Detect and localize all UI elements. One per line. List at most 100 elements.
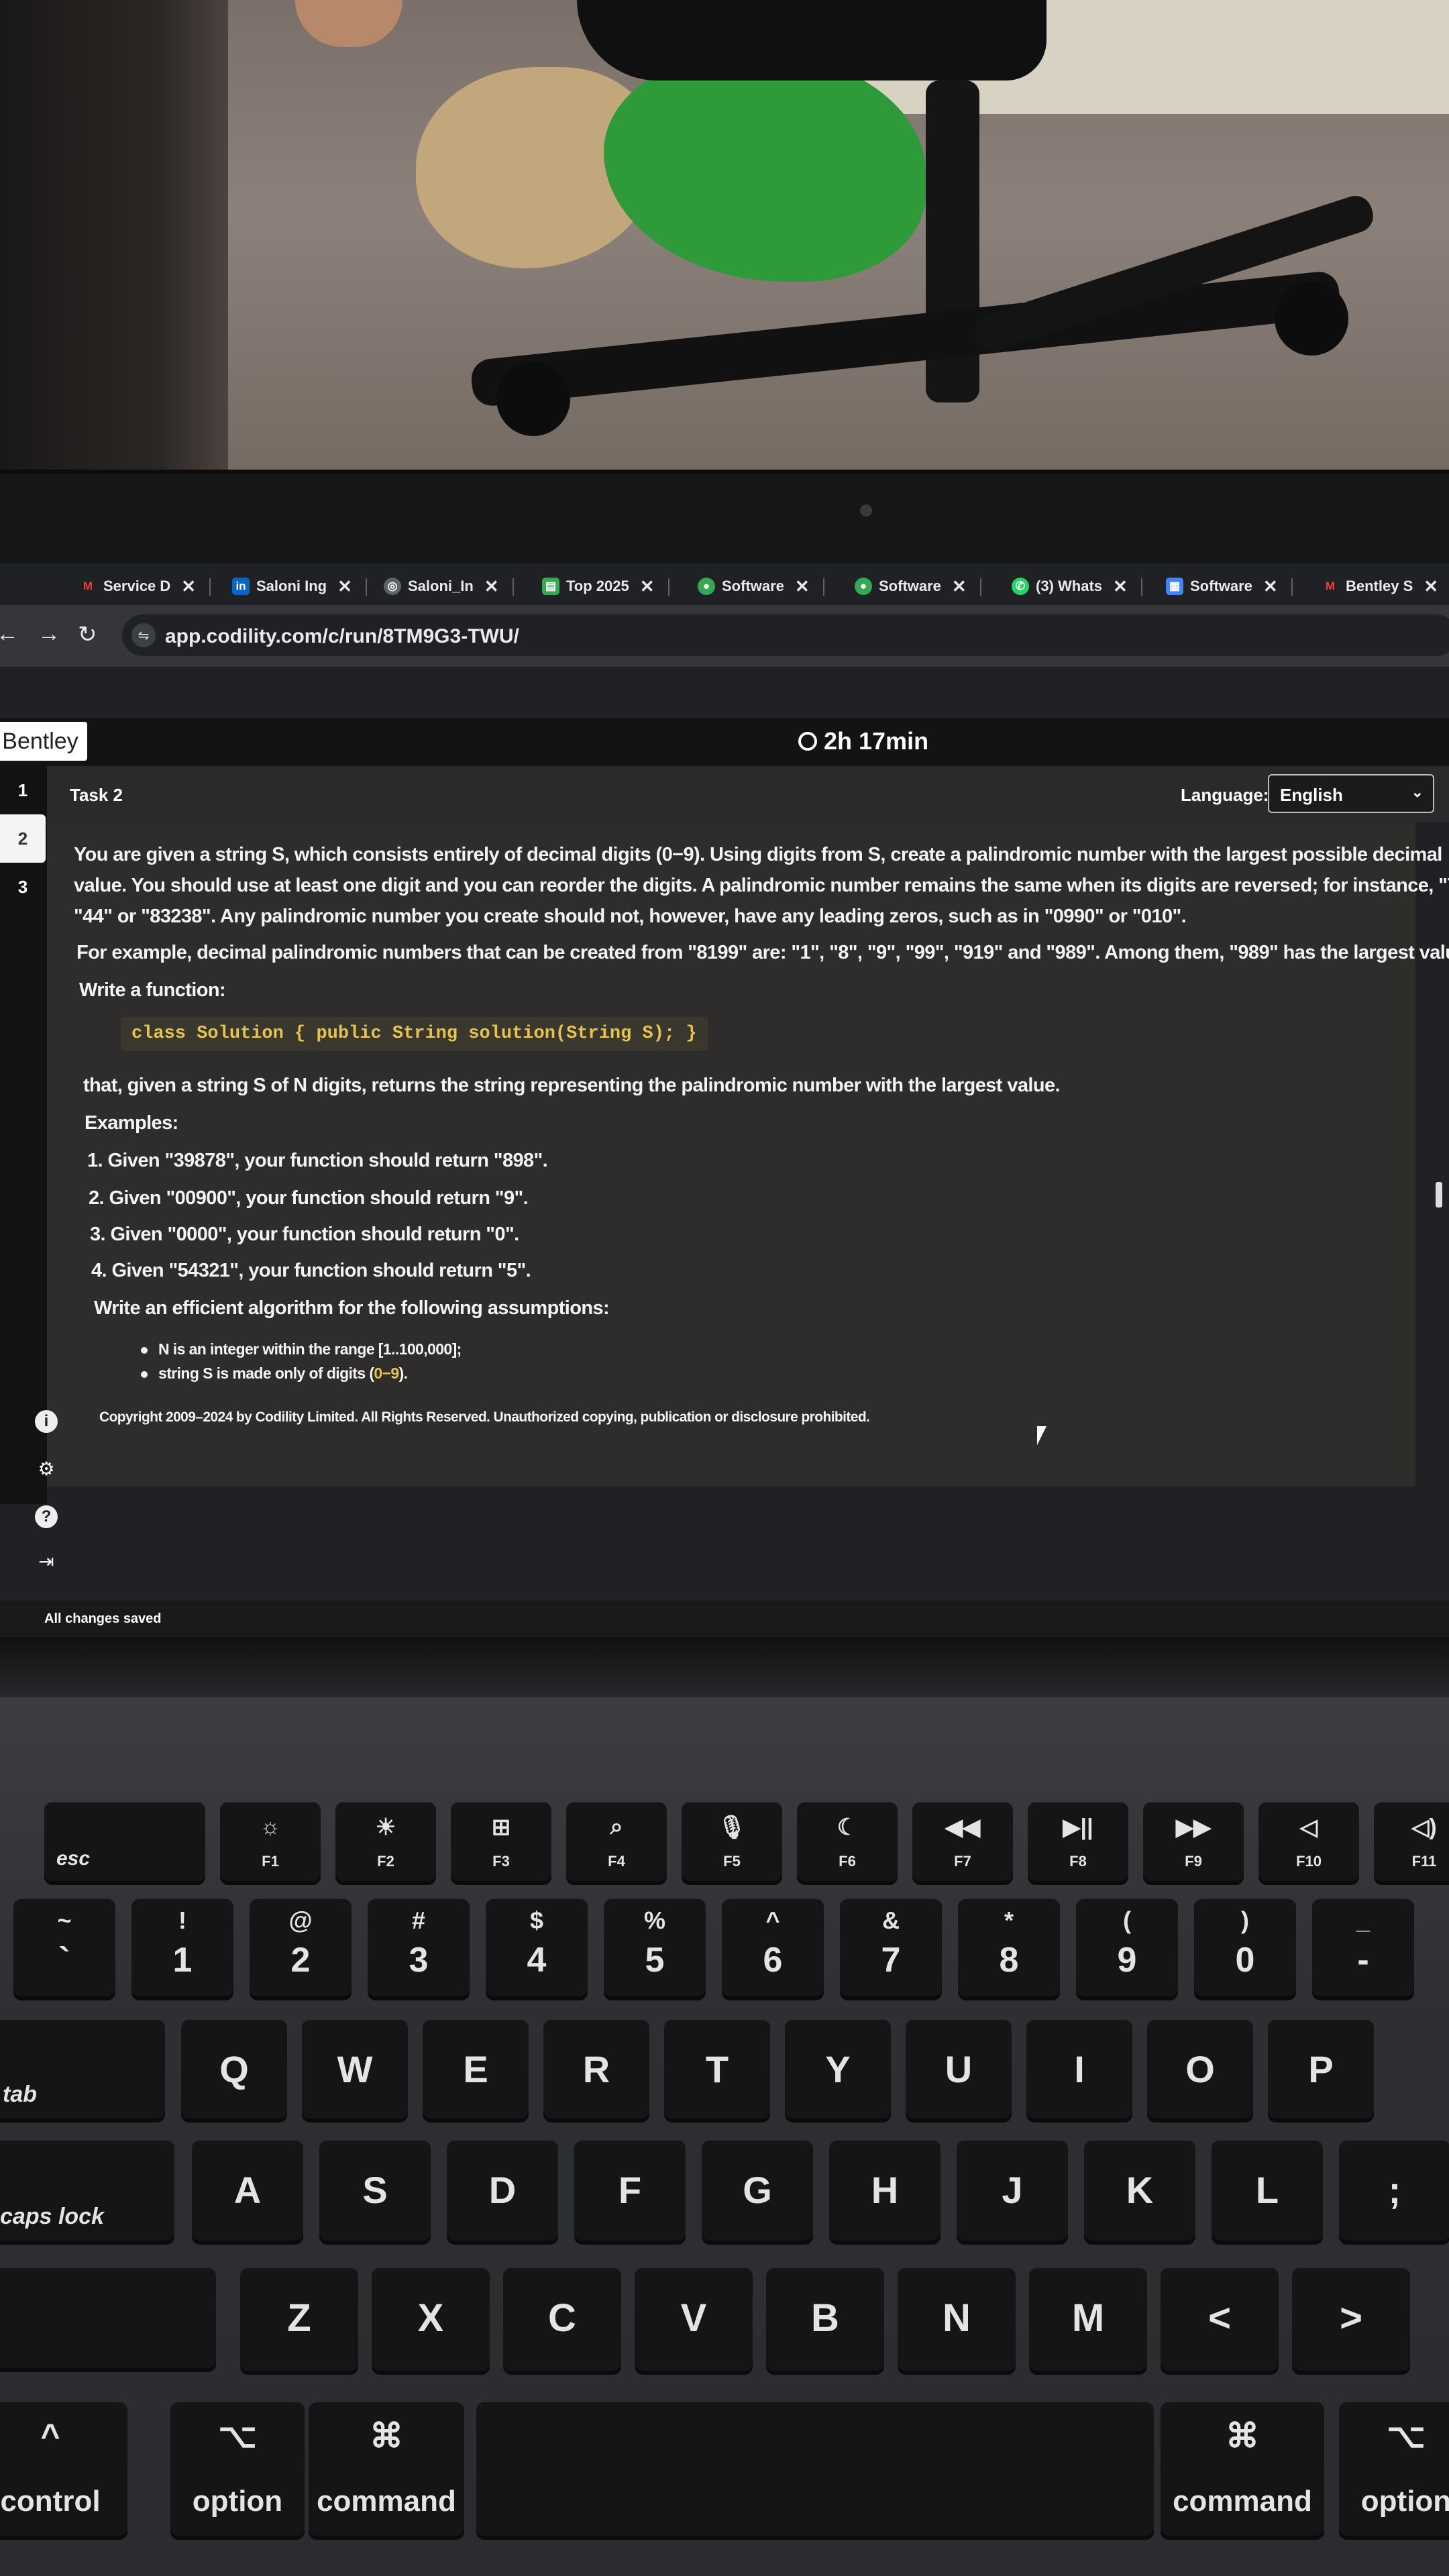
key-label: 4 [527, 1941, 547, 1980]
key-8[interactable]: * 8 [958, 1898, 1060, 1996]
key-f10[interactable]: ◁ F10 [1258, 1802, 1359, 1881]
key-2[interactable]: @2 [250, 1898, 352, 1996]
key-label: 5 [645, 1941, 665, 1980]
key-f8[interactable]: ▶|| F8 [1028, 1802, 1128, 1881]
key-v[interactable]: V [635, 2267, 753, 2371]
key-label: H [871, 2169, 899, 2211]
key-period[interactable]: > [1292, 2267, 1410, 2371]
key-label: F2 [377, 1853, 394, 1870]
key-;[interactable]: ; [1339, 2140, 1449, 2241]
key-shift-label: ( [1123, 1907, 1131, 1934]
key-f6[interactable]: ☾ F6 [797, 1802, 898, 1881]
key-f2[interactable]: ☀ F2 [335, 1802, 436, 1881]
key-j[interactable]: J [957, 2140, 1068, 2241]
key-s[interactable]: S [319, 2140, 431, 2241]
key-label: V [680, 2296, 707, 2340]
key-f11[interactable]: ◁) F11 [1374, 1802, 1449, 1881]
key-label: D [488, 2169, 517, 2211]
key-d[interactable]: D [447, 2140, 558, 2241]
key-f3[interactable]: ⊞ F3 [451, 1802, 551, 1881]
key-b[interactable]: B [766, 2267, 884, 2371]
key-f9[interactable]: ▶▶ F9 [1143, 1802, 1244, 1881]
key-f4[interactable]: ⌕ F4 [566, 1802, 667, 1881]
key-9[interactable]: (9 [1076, 1898, 1178, 1996]
key-o[interactable]: O [1147, 2019, 1253, 2118]
key-w[interactable]: W [302, 2019, 408, 2118]
key-label: 9 [1117, 1941, 1137, 1980]
key-label: R [582, 2048, 610, 2090]
key-label: 8 [999, 1941, 1019, 1980]
key-q[interactable]: Q [181, 2019, 287, 2118]
key-`[interactable]: ~ ` [13, 1898, 115, 1996]
key-label: M [1071, 2296, 1105, 2340]
key--[interactable]: _ - [1312, 1898, 1414, 1996]
key-command-right[interactable]: ⌘ command [1161, 2402, 1324, 2536]
key-u[interactable]: U [906, 2019, 1012, 2118]
key-a[interactable]: A [192, 2140, 303, 2241]
key-option-left[interactable]: ⌥ option [170, 2402, 305, 2536]
key-p[interactable]: P [1268, 2019, 1374, 2118]
key-label: L [1255, 2169, 1279, 2211]
key-f1[interactable]: ☼ F1 [220, 1802, 321, 1881]
key-caps-lock[interactable]: caps lock [0, 2140, 174, 2241]
key-space[interactable] [476, 2402, 1154, 2536]
key-i[interactable]: I [1026, 2019, 1132, 2118]
key-control-left[interactable]: ^ control [0, 2402, 127, 2536]
key-label: caps lock [0, 2204, 104, 2229]
key-label: T [705, 2048, 729, 2090]
key-label: ; [1388, 2169, 1401, 2211]
key-label: F10 [1296, 1853, 1322, 1870]
key-f5[interactable]: 🎙 F5 [682, 1802, 782, 1881]
key-c[interactable]: C [503, 2267, 621, 2371]
key-label: 2 [290, 1941, 311, 1980]
key-shift-label: ^ [765, 1907, 780, 1934]
key-shift-label: # [411, 1907, 426, 1934]
key-1[interactable]: ! 1 [131, 1898, 233, 1996]
key-shift-label: _ [1356, 1907, 1371, 1934]
key-5[interactable]: % 5 [604, 1898, 706, 1996]
key-3[interactable]: #3 [368, 1898, 470, 1996]
key-7[interactable]: & 7 [840, 1898, 942, 1996]
key-y[interactable]: Y [785, 2019, 891, 2118]
key-label: Z [287, 2296, 311, 2340]
key-label: option [1360, 2485, 1449, 2518]
key-n[interactable]: N [898, 2267, 1016, 2371]
key-label: 7 [881, 1941, 901, 1980]
key-label: option [192, 2485, 283, 2518]
key-e[interactable]: E [423, 2019, 529, 2118]
key-command-left[interactable]: ⌘ command [309, 2402, 464, 2536]
key-f7[interactable]: ◀◀ F7 [912, 1802, 1013, 1881]
key-6[interactable]: ^ 6 [722, 1898, 824, 1996]
key-label: F11 [1411, 1853, 1437, 1870]
key-k[interactable]: K [1084, 2140, 1195, 2241]
key-icon: ◀◀ [945, 1815, 981, 1840]
key-comma[interactable]: < [1161, 2267, 1279, 2371]
key-label: W [337, 2048, 373, 2090]
key-option-right[interactable]: ⌥ option [1339, 2402, 1449, 2536]
key-label: esc [56, 1847, 91, 1870]
key-label: 6 [763, 1941, 783, 1980]
key-icon: ☼ [260, 1814, 281, 1839]
key-f[interactable]: F [574, 2140, 686, 2241]
key-esc[interactable]: esc [44, 1802, 205, 1881]
key-4[interactable]: $4 [486, 1898, 588, 1996]
key-z[interactable]: Z [240, 2267, 358, 2371]
key-r[interactable]: R [543, 2019, 649, 2118]
key-l[interactable]: L [1212, 2140, 1323, 2241]
key-x[interactable]: X [372, 2267, 490, 2371]
key-g[interactable]: G [702, 2140, 813, 2241]
key-0[interactable]: ) 0 [1194, 1898, 1296, 1996]
key-label: F1 [262, 1853, 279, 1870]
key-icon: ⌥ [218, 2417, 257, 2455]
key-label: I [1074, 2048, 1085, 2090]
key-label: F [618, 2169, 642, 2211]
key-t[interactable]: T [664, 2019, 770, 2118]
key-shift-left[interactable] [0, 2267, 216, 2368]
key-h[interactable]: H [829, 2140, 941, 2241]
key-tab[interactable]: tab [0, 2019, 165, 2118]
key-label: ` [58, 1941, 70, 1980]
key-label: O [1185, 2048, 1215, 2090]
key-icon: ◁) [1411, 1815, 1437, 1840]
key-icon: ☀ [375, 1815, 396, 1840]
key-m[interactable]: M [1029, 2267, 1147, 2371]
